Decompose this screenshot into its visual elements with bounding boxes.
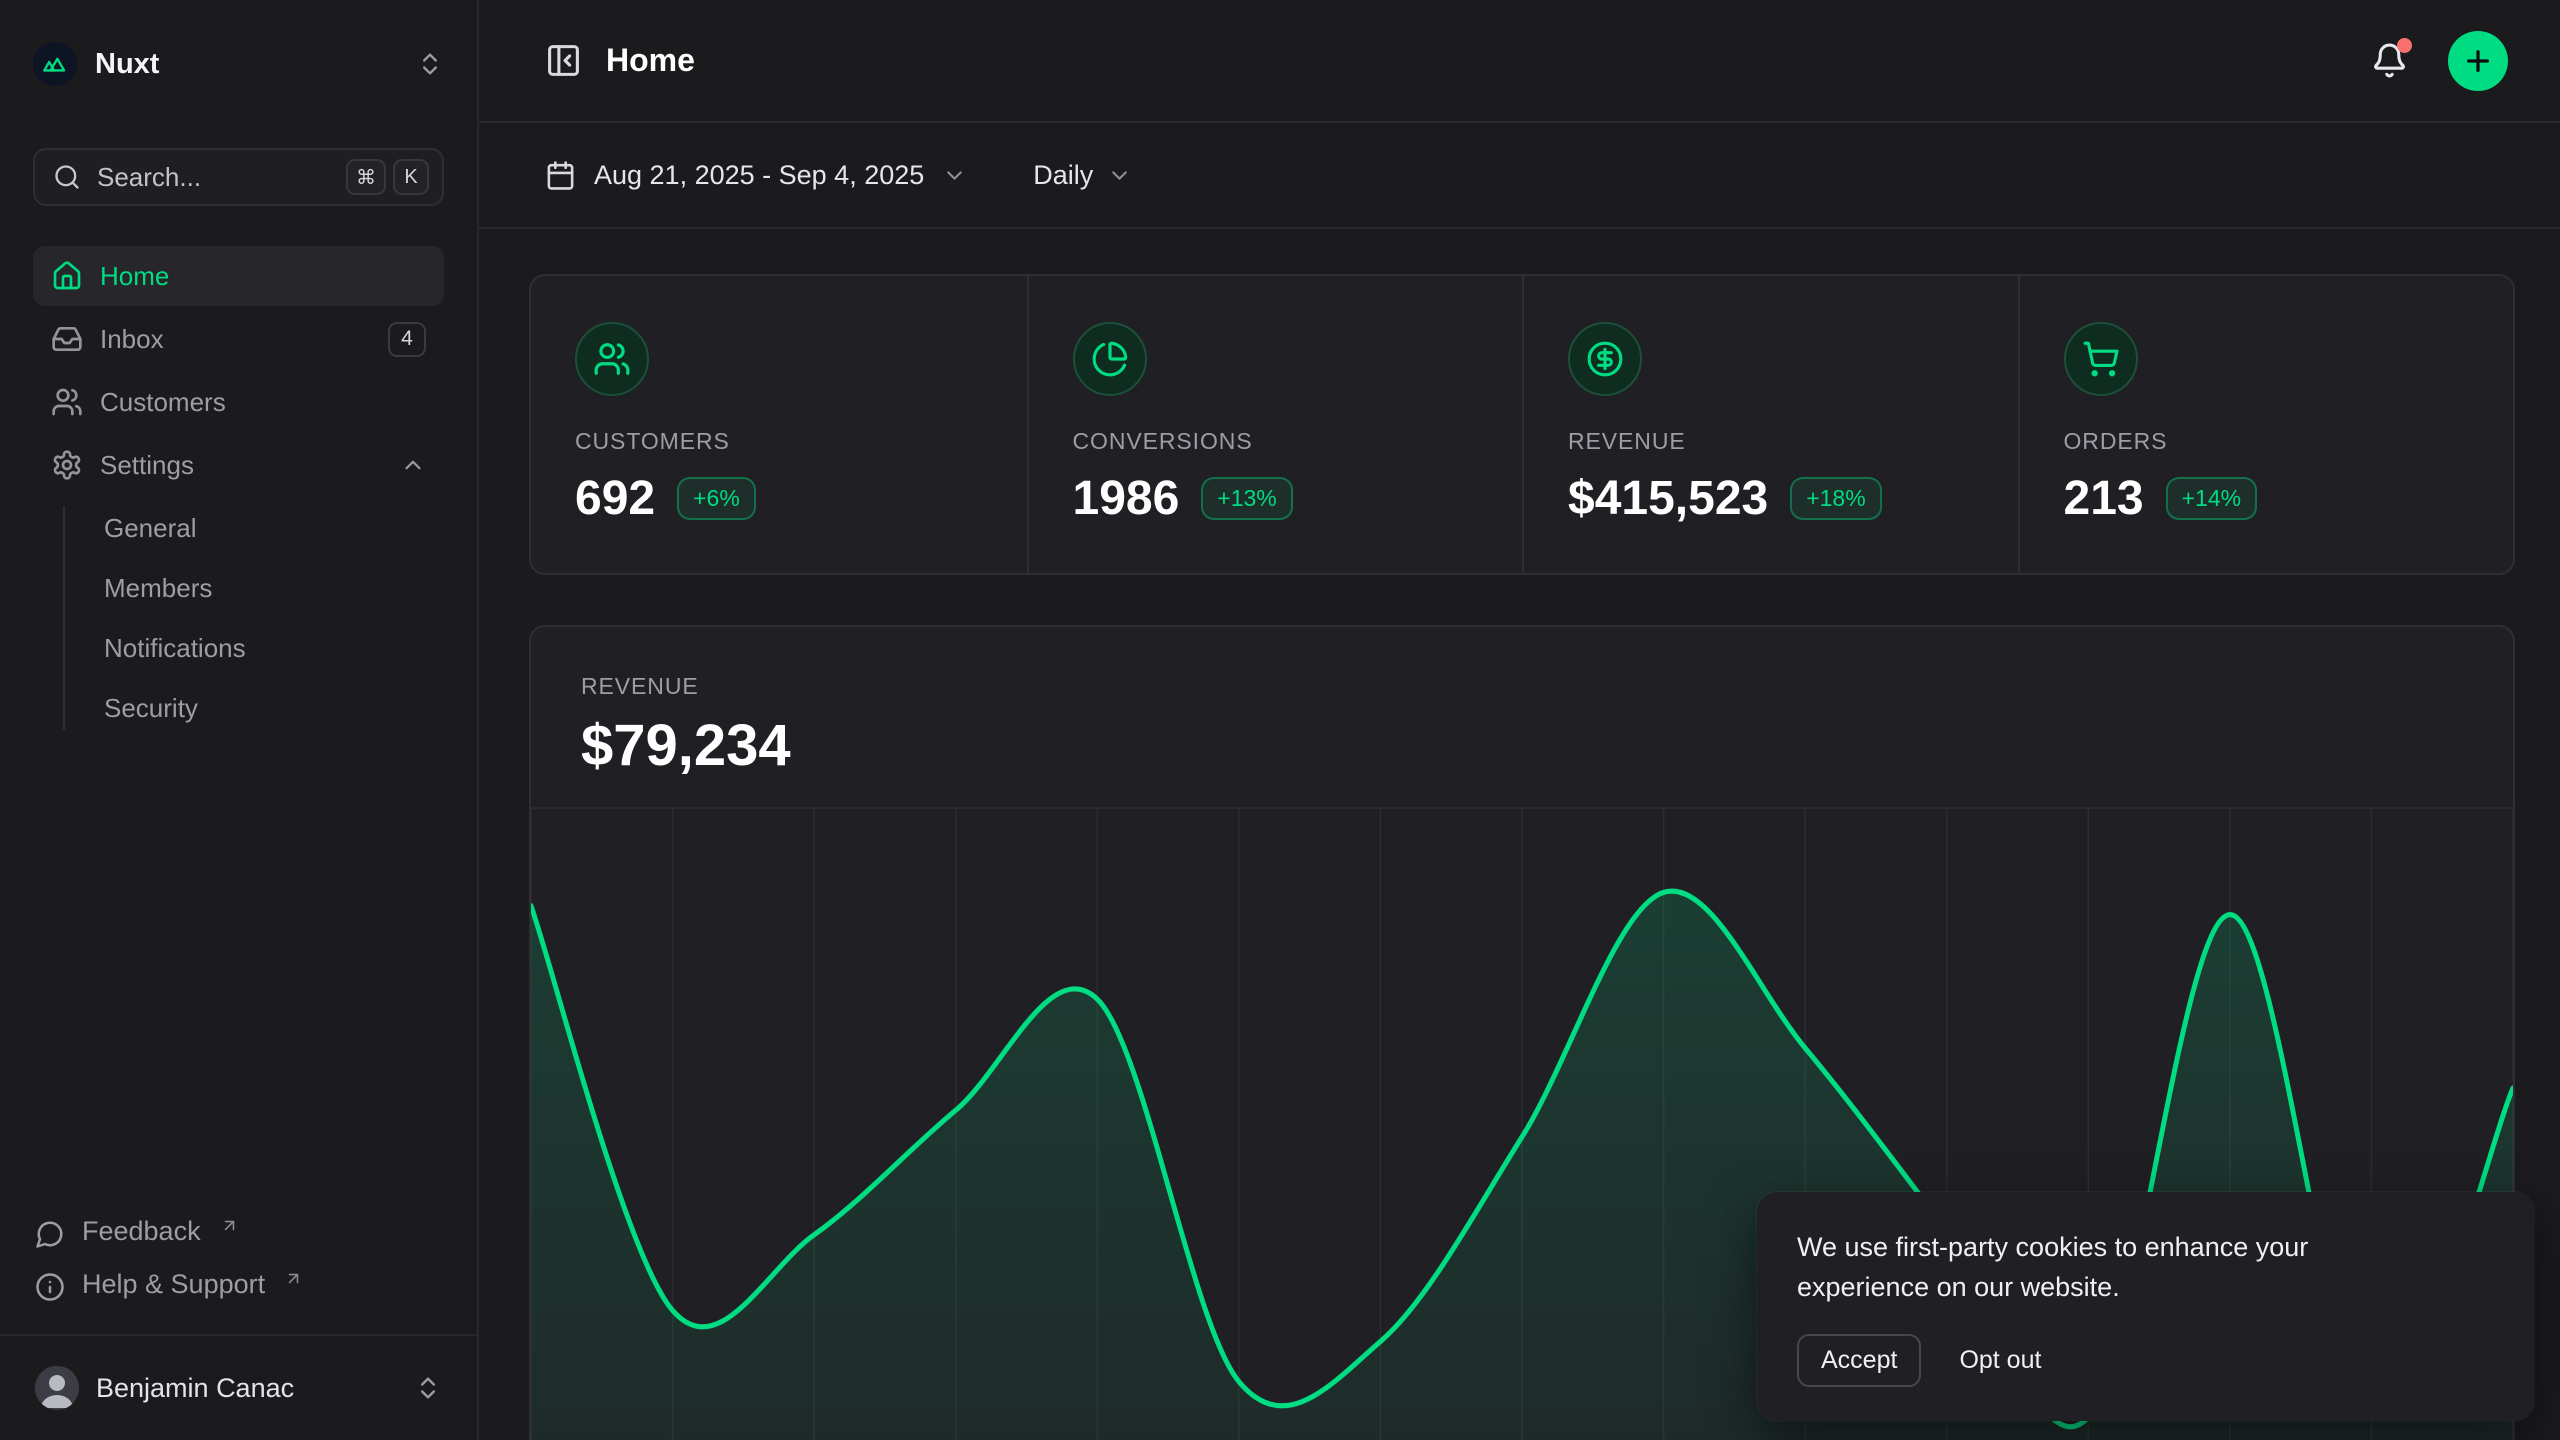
stats-card: CUSTOMERS 692 +6% CONVERSIONS 1986 +13% — [529, 274, 2515, 575]
revenue-label: REVENUE — [581, 673, 2463, 700]
sidebar-item-inbox[interactable]: Inbox 4 — [33, 309, 444, 369]
change-badge: +6% — [677, 477, 756, 520]
user-name: Benjamin Canac — [96, 1373, 294, 1404]
avatar — [35, 1366, 79, 1410]
search-shortcut: ⌘ K — [346, 159, 429, 195]
sidebar-item-notifications[interactable]: Notifications — [33, 618, 444, 678]
workspace-switcher[interactable]: Nuxt — [33, 36, 444, 92]
stat-value: 213 — [2064, 471, 2144, 526]
divider — [0, 1334, 477, 1336]
inbox-icon — [51, 323, 83, 355]
stat-value: $415,523 — [1568, 471, 1768, 526]
users-icon — [575, 322, 649, 396]
message-circle-icon — [35, 1216, 65, 1249]
sidebar-item-settings[interactable]: Settings — [33, 435, 444, 495]
search-icon — [53, 163, 81, 191]
cookie-actions: Accept Opt out — [1797, 1334, 2494, 1387]
house-icon — [51, 260, 83, 292]
plus-icon — [2462, 45, 2494, 77]
notifications-button[interactable] — [2371, 42, 2408, 79]
sidebar-item-general[interactable]: General — [33, 498, 444, 558]
users-icon — [51, 386, 83, 418]
search-placeholder: Search... — [97, 162, 201, 193]
revenue-total: $79,234 — [581, 712, 2463, 779]
info-circle-icon — [35, 1269, 65, 1302]
notification-dot — [2397, 38, 2412, 53]
filters-toolbar: Aug 21, 2025 - Sep 4, 2025 Daily — [479, 123, 2560, 229]
revenue-header: REVENUE $79,234 — [531, 627, 2513, 779]
accept-button[interactable]: Accept — [1797, 1334, 1921, 1387]
external-link-icon — [220, 1216, 239, 1235]
calendar-icon — [545, 160, 576, 191]
user-menu[interactable]: Benjamin Canac — [33, 1360, 444, 1416]
brand-name: Nuxt — [95, 48, 159, 81]
sidebar-footer: Feedback Help & Support Benjamin Canac — [33, 1206, 444, 1416]
chevrons-up-down-icon — [414, 1374, 442, 1402]
change-badge: +14% — [2166, 477, 2257, 520]
date-range-picker[interactable]: Aug 21, 2025 - Sep 4, 2025 — [545, 160, 967, 191]
stat-value: 1986 — [1073, 471, 1180, 526]
search-input[interactable]: Search... ⌘ K — [33, 148, 444, 206]
opt-out-button[interactable]: Opt out — [1959, 1346, 2041, 1375]
header-actions — [2371, 31, 2508, 91]
dollar-circle-icon — [1568, 322, 1642, 396]
sidebar-item-members[interactable]: Members — [33, 558, 444, 618]
gear-icon — [51, 449, 83, 481]
page-title: Home — [606, 42, 695, 79]
stat-revenue[interactable]: REVENUE $415,523 +18% — [1522, 276, 2018, 573]
sidebar-item-home[interactable]: Home — [33, 246, 444, 306]
chevron-down-icon — [1107, 163, 1132, 188]
sidebar: Nuxt Search... ⌘ K Home Inbox 4 — [0, 0, 479, 1440]
interval-select[interactable]: Daily — [1033, 160, 1132, 191]
stat-conversions[interactable]: CONVERSIONS 1986 +13% — [1027, 276, 1523, 573]
kbd-k: K — [393, 159, 429, 195]
change-badge: +13% — [1201, 477, 1292, 520]
cookie-message: We use first-party cookies to enhance yo… — [1797, 1228, 2397, 1308]
sidebar-collapse-icon[interactable] — [545, 42, 582, 79]
sidebar-item-customers[interactable]: Customers — [33, 372, 444, 432]
chevron-up-icon — [400, 452, 426, 478]
add-button[interactable] — [2448, 31, 2508, 91]
sidebar-nav: Home Inbox 4 Customers Settings Genera — [33, 246, 444, 738]
pie-chart-icon — [1073, 322, 1147, 396]
kbd-meta: ⌘ — [346, 159, 386, 195]
settings-subnav: General Members Notifications Security — [33, 498, 444, 738]
inbox-count-badge: 4 — [388, 322, 426, 357]
feedback-link[interactable]: Feedback — [33, 1206, 444, 1259]
chevron-down-icon — [942, 163, 967, 188]
stat-value: 692 — [575, 471, 655, 526]
help-support-link[interactable]: Help & Support — [33, 1259, 444, 1312]
stat-orders[interactable]: ORDERS 213 +14% — [2018, 276, 2514, 573]
cookie-banner: We use first-party cookies to enhance yo… — [1757, 1192, 2534, 1421]
chevrons-up-down-icon — [416, 50, 444, 78]
stat-customers[interactable]: CUSTOMERS 692 +6% — [531, 276, 1027, 573]
shopping-cart-icon — [2064, 322, 2138, 396]
page-header: Home — [479, 0, 2560, 123]
external-link-icon — [284, 1269, 303, 1288]
change-badge: +18% — [1790, 477, 1881, 520]
sidebar-item-security[interactable]: Security — [33, 678, 444, 738]
nuxt-logo-icon — [33, 42, 77, 86]
